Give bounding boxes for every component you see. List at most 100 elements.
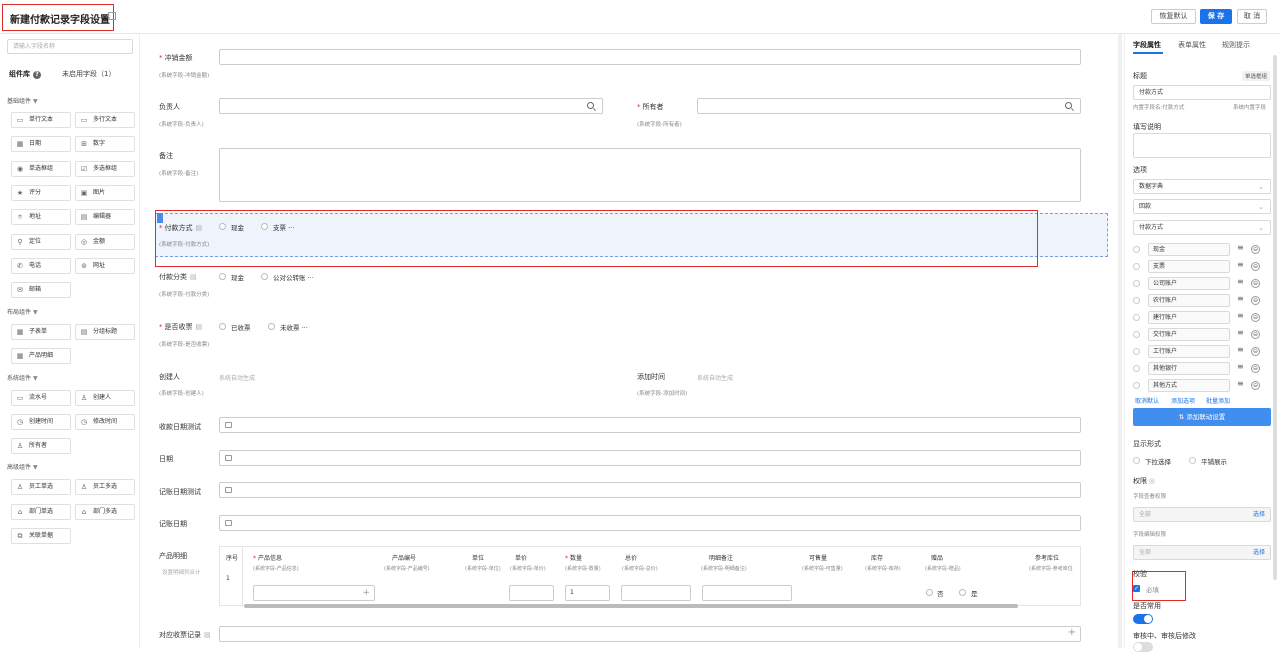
display-dropdown-radio[interactable] [1133,457,1140,464]
book-date-input[interactable] [219,515,1081,531]
option-default-radio[interactable] [1133,246,1140,253]
remove-icon[interactable]: ⊖ [1251,296,1260,305]
source-select[interactable]: 数据字典 ⌄ [1133,179,1271,194]
received-radio-2[interactable] [268,323,275,330]
title-input[interactable]: 付款方式 [1133,85,1271,100]
pay-method-radio-1[interactable] [219,223,226,230]
remove-icon[interactable]: ⊖ [1251,262,1260,271]
comp-related-doc[interactable]: ⧉ 关联单据 [11,528,71,544]
option-default-radio[interactable] [1133,263,1140,270]
comp-editor[interactable]: ▤ 编辑器 [75,209,135,225]
tab-rules[interactable]: 规则提示 [1222,40,1250,50]
comp-create-time[interactable]: ◷ 创建时间 [11,414,71,430]
source-select-2[interactable]: 回款 ⌄ [1133,199,1271,214]
group-system[interactable]: 系统组件 ▼ [7,373,38,382]
remove-icon[interactable]: ⊖ [1251,279,1260,288]
product-detail-hint[interactable]: 设置明细列合计 [162,568,201,576]
comp-modify-time[interactable]: ◷ 修改时间 [75,414,135,430]
group-basic[interactable]: 基础组件 ▼ [7,96,38,105]
source-select-3[interactable]: 付款方式 ⌄ [1133,220,1271,235]
option-input[interactable]: 公司账户 [1148,277,1230,290]
remove-icon[interactable]: ⊖ [1251,347,1260,356]
save-button[interactable]: 保 存 [1200,9,1232,24]
option-default-radio[interactable] [1133,365,1140,372]
canvas-scrollbar[interactable] [1118,34,1122,648]
option-default-radio[interactable] [1133,297,1140,304]
table-scrollbar[interactable] [244,604,1018,608]
batch-add-link[interactable]: 批量添加 [1206,396,1230,405]
quantity-input[interactable]: 1 [565,585,610,601]
desc-textarea[interactable] [1133,133,1271,158]
option-default-radio[interactable] [1133,314,1140,321]
cancel-button[interactable]: 取 消 [1237,9,1267,24]
comp-product-detail[interactable]: ▦ 产品明细 [11,348,71,364]
comp-single-text[interactable]: ▭ 单行文本 [11,112,71,128]
unit-price-input[interactable] [509,585,554,601]
remove-icon[interactable]: ⊖ [1251,364,1260,373]
comp-location[interactable]: ⚲ 定位 [11,234,71,250]
option-default-radio[interactable] [1133,331,1140,338]
edit-permission-select[interactable]: 全部 选择 [1133,545,1271,560]
total-price-input[interactable] [621,585,691,601]
comp-owner[interactable]: ♙ 所有者 [11,438,71,454]
comp-radio-group[interactable]: ◉ 单选框组 [11,161,71,177]
offset-amount-input[interactable] [219,49,1081,65]
received-radio-1[interactable] [219,323,226,330]
restore-default-button[interactable]: 恢复默认 [1151,9,1196,24]
pay-category-radio-2[interactable] [261,273,268,280]
owner-input[interactable] [697,98,1081,114]
comp-phone[interactable]: ✆ 电话 [11,258,71,274]
option-input[interactable]: 支票 [1148,260,1230,273]
tab-unused-fields[interactable]: 未启用字段（1） [62,69,115,79]
date-input[interactable] [219,450,1081,466]
tab-component-library[interactable]: 组件库? [9,69,41,79]
common-toggle[interactable] [1133,614,1153,624]
comp-checkbox-group[interactable]: ☑ 多选框组 [75,161,135,177]
comp-amount[interactable]: ◎ 金额 [75,234,135,250]
option-input[interactable]: 建行账户 [1148,311,1230,324]
comp-serial[interactable]: ▭ 流水号 [11,390,71,406]
comp-rating[interactable]: ★ 评分 [11,185,71,201]
option-input[interactable]: 交行账户 [1148,328,1230,341]
display-flat-radio[interactable] [1189,457,1196,464]
tab-field-properties[interactable]: 字段属性 [1133,40,1161,50]
option-input[interactable]: 农行账户 [1148,294,1230,307]
comp-creator[interactable]: ♙ 创建人 [75,390,135,406]
required-checkbox[interactable]: ✓ [1133,585,1140,592]
copy-icon[interactable] [108,12,116,20]
owner-person-input[interactable] [219,98,603,114]
gift-no-radio[interactable] [926,589,933,596]
comp-employee-multi[interactable]: ♙ 员工多选 [75,479,135,495]
comp-address[interactable]: ⌾ 地址 [11,209,71,225]
pay-method-radio-2[interactable] [261,223,268,230]
select-link[interactable]: 选择 [1253,546,1265,559]
option-input[interactable]: 工行账户 [1148,345,1230,358]
receive-record-input[interactable]: + [219,626,1081,642]
comp-subform[interactable]: ▦ 子表单 [11,324,71,340]
comp-email[interactable]: ✉ 邮箱 [11,282,71,298]
remove-icon[interactable]: ⊖ [1251,245,1260,254]
remove-icon[interactable]: ⊖ [1251,330,1260,339]
comp-url[interactable]: ⊚ 网址 [75,258,135,274]
option-input[interactable]: 其他方式 [1148,379,1230,392]
remove-icon[interactable]: ⊖ [1251,381,1260,390]
comp-group-title[interactable]: ▤ 分组标题 [75,324,135,340]
add-linkage-button[interactable]: ⇅ 添加联动设置 [1133,408,1271,426]
select-link[interactable]: 选择 [1253,508,1265,521]
audit-toggle[interactable] [1133,642,1153,652]
book-date-test-input[interactable] [219,482,1081,498]
pay-category-radio-1[interactable] [219,273,226,280]
comp-dept-single[interactable]: ⌂ 部门单选 [11,504,71,520]
group-advanced[interactable]: 高级组件 ▼ [7,462,38,471]
remove-icon[interactable]: ⊖ [1251,313,1260,322]
add-option-link[interactable]: 添加选项 [1171,396,1195,405]
option-default-radio[interactable] [1133,348,1140,355]
comp-image[interactable]: ▣ 图片 [75,185,135,201]
cancel-default-link[interactable]: 取消默认 [1135,396,1159,405]
option-default-radio[interactable] [1133,382,1140,389]
product-info-input[interactable]: + [253,585,375,601]
group-layout[interactable]: 布局组件 ▼ [7,307,38,316]
remark-textarea[interactable] [219,148,1081,202]
option-input[interactable]: 其他银行 [1148,362,1230,375]
comp-number[interactable]: ⊞ 数字 [75,136,135,152]
